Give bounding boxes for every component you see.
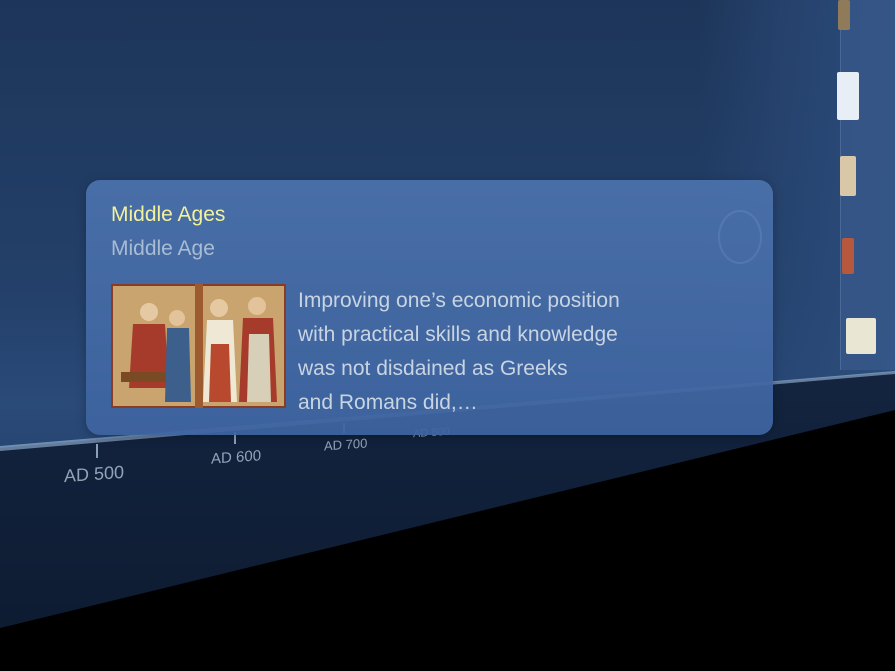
- axis-tick: [96, 444, 98, 458]
- popup-excerpt: Improving one’s economic position with p…: [298, 284, 698, 420]
- watermark-icon: [718, 210, 762, 264]
- excerpt-line: Improving one’s economic position: [298, 289, 620, 312]
- thumbnail-logo[interactable]: [837, 72, 859, 120]
- thumbnail-image[interactable]: [840, 156, 856, 196]
- manuscript-illustration-image[interactable]: [111, 284, 286, 408]
- axis-label-ad600: AD 600: [211, 447, 262, 468]
- axis-label-ad700: AD 700: [324, 435, 368, 454]
- thumbnail-image[interactable]: [846, 318, 876, 354]
- excerpt-line: was not disdained as Greeks: [298, 357, 568, 380]
- axis-label-ad500: AD 500: [64, 461, 125, 487]
- excerpt-line: with practical skills and knowledge: [298, 323, 618, 346]
- popup-title[interactable]: Middle Ages: [111, 203, 225, 227]
- manuscript-illustration-icon: [111, 284, 286, 408]
- thumbnail-image[interactable]: [842, 238, 854, 274]
- popup-subtitle: Middle Age: [111, 237, 215, 260]
- excerpt-line: and Romans did,…: [298, 391, 478, 414]
- event-popup-card[interactable]: Middle Ages Middle Age Improving one’s e…: [86, 180, 773, 435]
- thumbnail-image[interactable]: [838, 0, 850, 30]
